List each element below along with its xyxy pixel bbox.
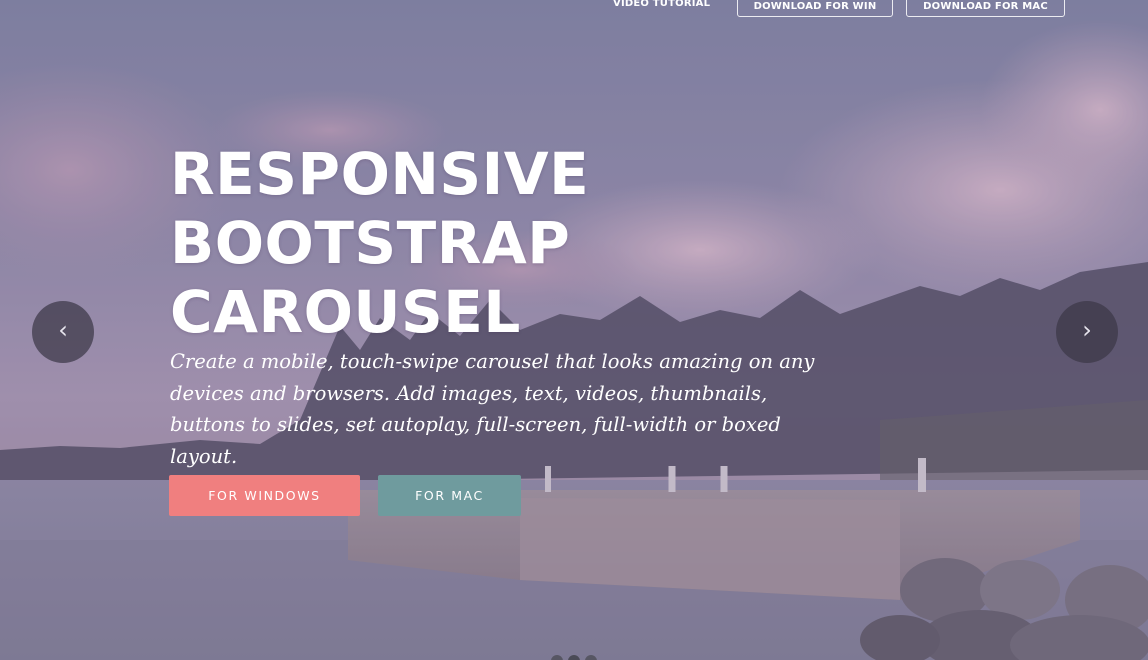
video-tutorial-link[interactable]: VIDEO TUTORIAL bbox=[613, 0, 710, 11]
hero-title: RESPONSIVE BOOTSTRAP CAROUSEL bbox=[170, 140, 690, 347]
carousel-prev-button[interactable]: ‹ bbox=[32, 301, 94, 363]
download-for-mac-button[interactable]: DOWNLOAD FOR MAC bbox=[906, 0, 1065, 17]
hero-subtitle: Create a mobile, touch-swipe carousel th… bbox=[170, 350, 815, 468]
hero-title-line-2: BOOTSTRAP bbox=[170, 209, 571, 277]
for-windows-button[interactable]: FOR WINDOWS bbox=[169, 475, 360, 516]
hero-title-line-3: CAROUSEL bbox=[170, 278, 521, 346]
carousel-indicator-1[interactable] bbox=[551, 655, 563, 660]
top-navigation: VIDEO TUTORIAL DOWNLOAD FOR WIN DOWNLOAD… bbox=[0, 0, 1148, 22]
carousel-indicators bbox=[548, 655, 608, 660]
download-for-win-button[interactable]: DOWNLOAD FOR WIN bbox=[737, 0, 893, 17]
for-mac-button[interactable]: FOR MAC bbox=[378, 475, 521, 516]
carousel-indicator-3[interactable] bbox=[585, 655, 597, 660]
carousel-next-button[interactable]: › bbox=[1056, 301, 1118, 363]
hero-title-line-1: RESPONSIVE bbox=[170, 140, 590, 208]
chevron-left-icon: ‹ bbox=[58, 316, 68, 344]
chevron-right-icon: › bbox=[1082, 316, 1092, 344]
carousel-slide: VIDEO TUTORIAL DOWNLOAD FOR WIN DOWNLOAD… bbox=[0, 0, 1148, 660]
carousel-indicator-2[interactable] bbox=[568, 655, 580, 660]
